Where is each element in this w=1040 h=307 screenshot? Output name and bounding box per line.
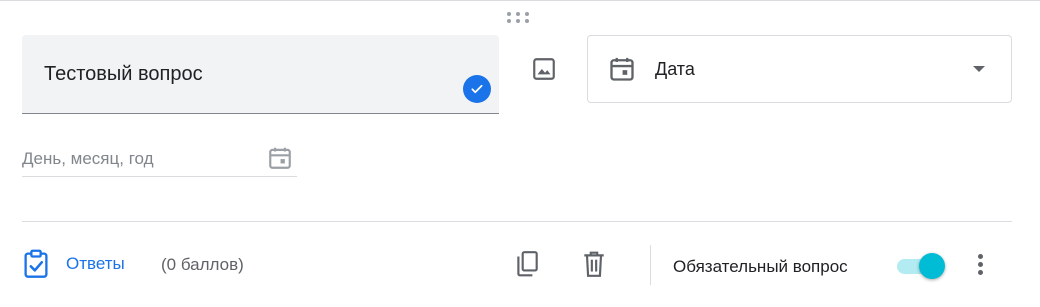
more-options-button[interactable] — [960, 244, 1000, 284]
question-card: Тестовый вопрос Дата День, месяц, год От… — [0, 0, 1040, 307]
calendar-icon — [610, 57, 634, 81]
calendar-icon — [269, 147, 291, 169]
answer-key-icon — [24, 249, 48, 278]
required-label: Обязательный вопрос — [673, 257, 848, 276]
drag-handle-icon[interactable] — [505, 9, 531, 27]
question-title-text[interactable]: Тестовый вопрос — [44, 63, 203, 86]
question-title-field[interactable]: Тестовый вопрос — [22, 35, 499, 114]
image-icon — [533, 58, 555, 80]
copy-icon — [517, 251, 538, 277]
divider — [22, 221, 1012, 222]
required-toggle[interactable] — [895, 251, 947, 281]
toggle-thumb — [919, 253, 945, 279]
more-vert-icon — [977, 253, 983, 259]
date-placeholder: День, месяц, год — [22, 149, 154, 168]
chevron-down-icon — [973, 66, 985, 72]
question-type-label: Дата — [655, 59, 695, 79]
footer-separator — [650, 245, 651, 285]
answer-key-label[interactable]: Ответы — [66, 254, 125, 274]
question-type-dropdown[interactable]: Дата — [587, 35, 1012, 103]
add-image-button[interactable] — [524, 49, 564, 89]
date-answer-field: День, месяц, год — [22, 139, 297, 177]
trash-icon — [584, 251, 604, 277]
answer-key-button[interactable]: Ответы — [22, 247, 125, 281]
delete-button[interactable] — [574, 244, 614, 284]
points-text: (0 баллов) — [161, 255, 244, 274]
check-icon — [463, 75, 491, 103]
duplicate-button[interactable] — [507, 244, 547, 284]
